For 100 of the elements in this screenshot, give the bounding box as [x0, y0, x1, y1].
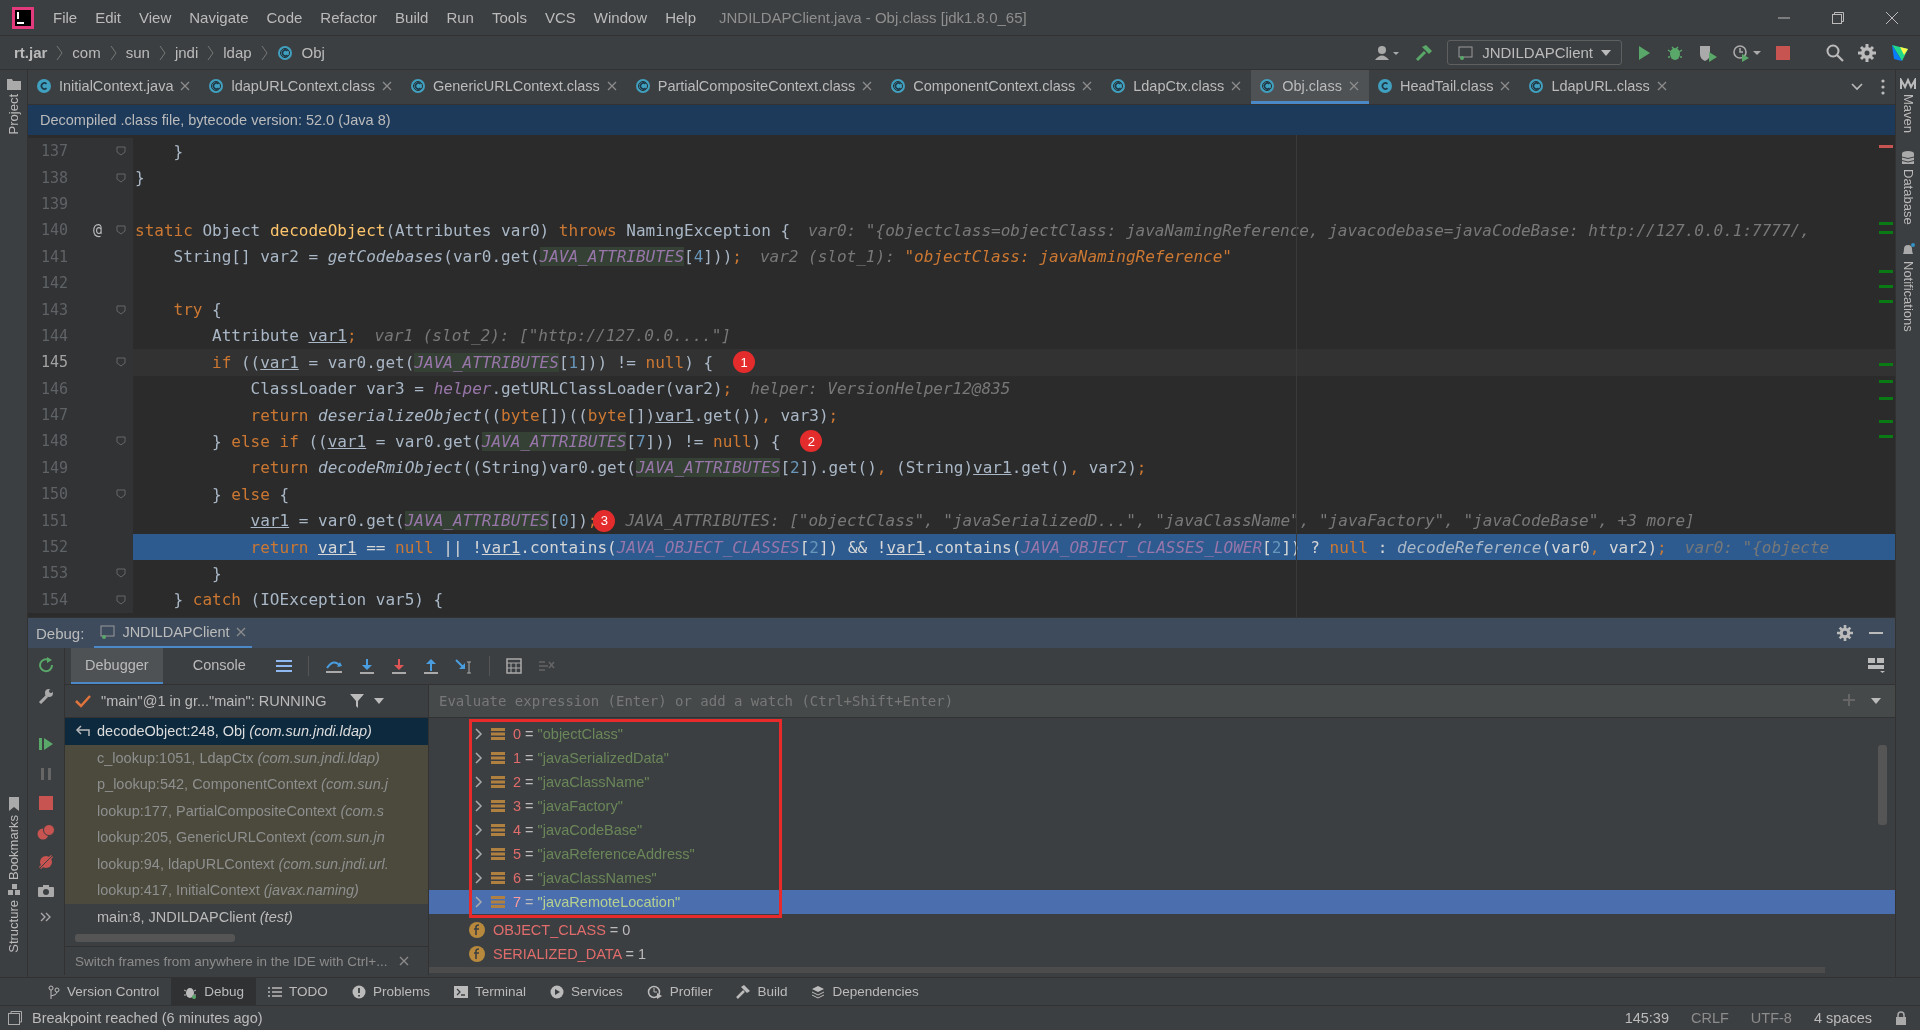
editor-tab[interactable]: PartialCompositeContext.class	[626, 70, 883, 104]
close-icon[interactable]	[1082, 80, 1093, 91]
tool-window-button[interactable]: Terminal	[441, 978, 538, 1005]
editor-tab[interactable]: ldapURLContext.class	[200, 70, 402, 104]
caret-icon[interactable]	[1601, 49, 1611, 56]
tool-window-button[interactable]: Database	[1900, 169, 1916, 225]
menu-item[interactable]: Build	[386, 9, 438, 26]
folder-icon[interactable]	[6, 78, 21, 90]
rerun-icon[interactable]	[37, 656, 55, 674]
menu-item[interactable]: Help	[656, 9, 706, 26]
fold-icon[interactable]	[116, 225, 126, 236]
variable-row[interactable]: OBJECT_CLASS = 0	[429, 918, 1895, 942]
thread-selector[interactable]: "main"@1 in gr..."main": RUNNING	[101, 693, 327, 709]
stop-icon[interactable]	[1776, 45, 1790, 60]
editor-tab[interactable]: HeadTail.class	[1368, 70, 1521, 104]
run-icon[interactable]	[1636, 44, 1652, 61]
fold-icon[interactable]	[116, 568, 126, 579]
close-icon[interactable]	[1348, 80, 1359, 91]
editor-tab[interactable]: InitialContext.java	[28, 70, 201, 104]
tool-window-button[interactable]: Version Control	[36, 978, 172, 1005]
step-into-icon[interactable]	[358, 658, 375, 674]
close-icon[interactable]	[1231, 80, 1242, 91]
editor-tab[interactable]: ComponentContext.class	[882, 70, 1103, 104]
menu-item[interactable]: Navigate	[180, 9, 258, 26]
wrench-icon[interactable]	[38, 688, 54, 704]
variable-row[interactable]: 5 = "javaReferenceAddress"	[429, 842, 1895, 866]
panel-tab[interactable]: Console	[178, 648, 260, 684]
editor-tab[interactable]: LdapURL.class	[1520, 70, 1677, 104]
tool-window-button[interactable]: Problems	[339, 978, 442, 1005]
filter-icon[interactable]	[350, 694, 365, 708]
search-icon[interactable]	[1826, 43, 1844, 62]
caret-icon[interactable]	[374, 698, 385, 704]
scrollbar[interactable]	[1878, 745, 1887, 825]
camera-icon[interactable]	[37, 884, 55, 898]
variable-row[interactable]: 1 = "javaSerializedData"	[429, 746, 1895, 770]
plugin-logo-icon[interactable]	[1890, 42, 1910, 63]
more-icon[interactable]	[40, 912, 52, 922]
tool-window-button[interactable]: Bookmarks	[6, 815, 21, 881]
menu-item[interactable]: Refactor	[311, 9, 387, 26]
layout-icon[interactable]	[1867, 656, 1885, 673]
file-encoding[interactable]: UTF-8	[1750, 1010, 1792, 1026]
run-to-cursor-icon[interactable]	[454, 658, 473, 674]
variable-row[interactable]: 7 = "javaRemoteLocation"	[429, 890, 1895, 914]
caret-icon[interactable]	[1871, 698, 1881, 704]
hammer-icon[interactable]	[1415, 43, 1434, 62]
stack-frame[interactable]: decodeObject:248, Obj (com.sun.jndi.ldap)	[65, 718, 428, 745]
breadcrumb-item[interactable]: sun	[125, 44, 150, 61]
stack-frame[interactable]: lookup:205, GenericURLContext (com.sun.jn	[65, 824, 428, 851]
tool-window-button[interactable]: Notifications	[1900, 260, 1916, 332]
panel-tab[interactable]: Debugger	[71, 648, 163, 684]
bookmark-icon[interactable]	[8, 797, 19, 812]
force-step-into-icon[interactable]	[390, 658, 407, 674]
variable-row[interactable]: SERIALIZED_DATA = 1	[429, 942, 1895, 966]
notification-bell-icon[interactable]	[1901, 242, 1915, 257]
close-icon[interactable]	[399, 956, 410, 966]
menu-icon[interactable]	[275, 659, 292, 673]
menu-item[interactable]: Window	[584, 9, 657, 26]
lock-icon[interactable]	[1894, 1011, 1908, 1025]
tool-window-button[interactable]: Structure	[6, 900, 21, 953]
tool-window-button[interactable]: Profiler	[634, 978, 725, 1005]
editor-tab[interactable]: GenericURLContext.class	[401, 70, 627, 104]
editor-tab[interactable]: Obj.class	[1251, 70, 1369, 104]
calculator-icon[interactable]	[505, 658, 522, 674]
close-icon[interactable]	[862, 80, 873, 91]
fold-icon[interactable]	[116, 357, 126, 368]
line-separator[interactable]: CRLF	[1691, 1010, 1729, 1026]
resume-icon[interactable]	[38, 736, 54, 752]
chevron-down-icon[interactable]	[1851, 83, 1863, 91]
menu-item[interactable]: Code	[257, 9, 312, 26]
fold-icon[interactable]	[116, 304, 126, 315]
variable-row[interactable]: 3 = "javaFactory"	[429, 794, 1895, 818]
menu-item[interactable]: Run	[437, 9, 483, 26]
fold-icon[interactable]	[116, 436, 126, 447]
step-out-icon[interactable]	[422, 658, 439, 674]
panel-toggle-icon[interactable]	[8, 1011, 22, 1025]
menu-item[interactable]: VCS	[535, 9, 585, 26]
user-icon[interactable]	[1375, 44, 1402, 61]
tool-window-button[interactable]: Debug	[171, 978, 257, 1005]
breadcrumb-item[interactable]: com	[72, 44, 101, 61]
tool-window-button[interactable]: Project	[6, 94, 21, 135]
tool-window-button[interactable]: TODO	[256, 978, 340, 1005]
breadcrumb-item[interactable]: rt.jar	[14, 44, 48, 61]
editor-tab[interactable]: LdapCtx.class	[1102, 70, 1252, 104]
breadcrumb-item[interactable]: Obj	[301, 44, 325, 61]
stack-frame[interactable]: c_lookup:1051, LdapCtx (com.sun.jndi.ldap)	[65, 744, 428, 771]
restore-icon[interactable]	[1832, 11, 1844, 24]
menu-item[interactable]: Tools	[482, 9, 536, 26]
breadcrumb-item[interactable]: ldap	[223, 44, 252, 61]
tool-window-button[interactable]: Build	[724, 978, 800, 1005]
tool-window-button[interactable]: Maven	[1900, 94, 1916, 134]
step-over-icon[interactable]	[324, 658, 343, 674]
close-icon[interactable]	[606, 80, 617, 91]
mute-breakpoints-icon[interactable]	[38, 854, 54, 870]
stack-frame[interactable]: main:8, JNDILDAPClient (test)	[65, 903, 428, 930]
fold-icon[interactable]	[116, 594, 126, 605]
more-icon[interactable]	[1881, 79, 1885, 95]
close-icon[interactable]	[180, 80, 191, 91]
menu-item[interactable]: File	[44, 9, 87, 26]
scrollbar[interactable]	[75, 934, 235, 942]
tool-window-button[interactable]: Dependencies	[799, 978, 931, 1005]
